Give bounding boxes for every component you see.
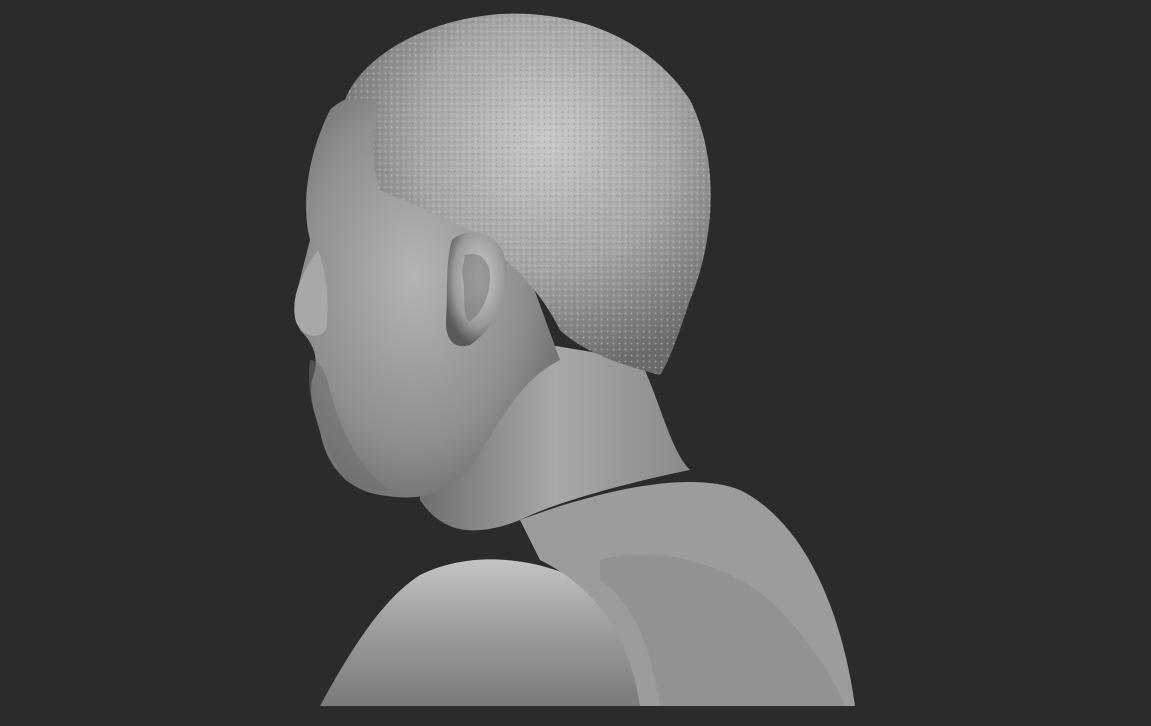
viewport-canvas[interactable]: [0, 0, 1151, 726]
bust-sculpture: [294, 13, 855, 706]
